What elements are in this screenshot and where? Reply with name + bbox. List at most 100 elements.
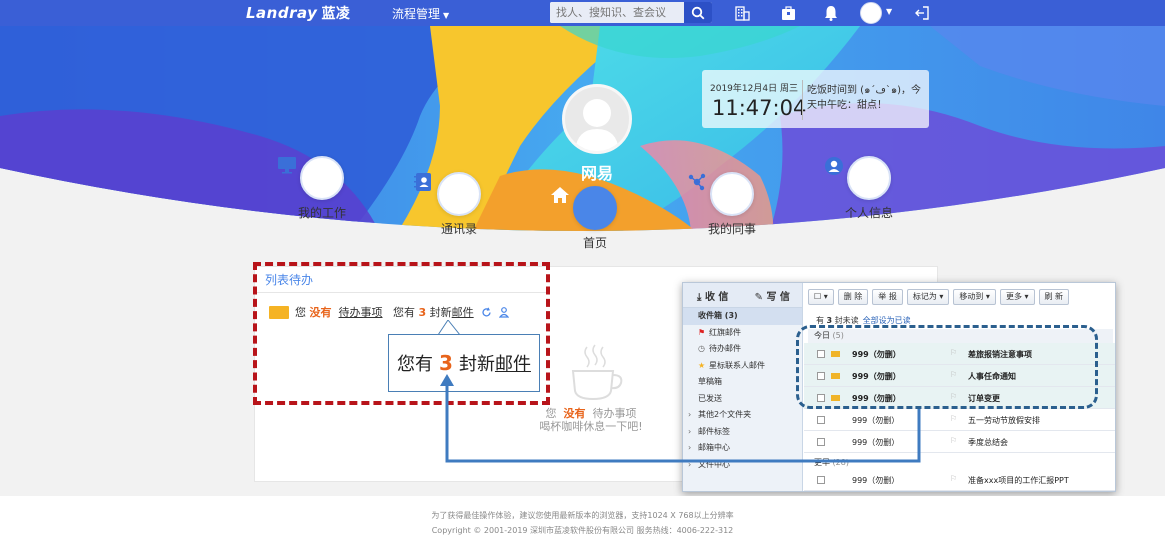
empty-you: 您 xyxy=(545,407,557,420)
nav-label: 个人信息 xyxy=(844,206,893,220)
nav-colleagues[interactable]: 我的同事 xyxy=(687,172,777,237)
user-avatar-small[interactable] xyxy=(860,2,882,24)
mail-folder-item[interactable]: 已发送 xyxy=(683,391,802,408)
mail-side-actions: ⤓ 收 信 ✎ 写 信 xyxy=(683,283,802,308)
clock-time: 11:47:04 xyxy=(712,96,807,120)
mail-folder-label: 星标联系人邮件 xyxy=(709,360,765,370)
nav-my-work[interactable]: 我的工作 xyxy=(277,156,367,221)
mail-folder-item[interactable]: 草稿箱 xyxy=(683,374,802,391)
mail-folder-label: 红旗邮件 xyxy=(709,327,741,337)
footer-copyright: Copyright © 2001-2019 深圳市蓝凌软件股份有限公司 服务热线… xyxy=(431,526,734,535)
profile-name: 网易 xyxy=(580,164,613,183)
nav-personal-info[interactable]: 个人信息 xyxy=(824,156,914,221)
receive-mail-button[interactable]: ⤓ 收 信 xyxy=(683,288,743,303)
mail-folder-item[interactable]: ⚑ 红旗邮件 xyxy=(683,325,802,342)
more-label: 更多 xyxy=(1005,292,1022,301)
unread-suffix: 封未读 xyxy=(834,316,859,325)
mail-sidebar: ⤓ 收 信 ✎ 写 信 收件箱 (3) ⚑ 红旗邮件 ◷ 待办邮件 ★ 星标联系人邮件 草稿箱… xyxy=(683,283,803,491)
process-menu-label: 流程管理 xyxy=(392,7,441,21)
chevron-right-icon: › xyxy=(688,426,692,436)
mail-subject: 季度总结会 xyxy=(968,438,1008,447)
mail-toolbar: ☐ ▾ 删 除 举 报 标记为 ▾ 移动到 ▾ 更多 ▾ 刷 新 xyxy=(808,289,1070,305)
receive-label: 收 信 xyxy=(704,291,729,303)
mail-row[interactable]: 999（勿删） ⚐ 季度总结会 xyxy=(804,431,1115,453)
chevron-right-icon: › xyxy=(688,459,692,469)
logo-text: Landray xyxy=(246,4,318,22)
mail-folder-label: 已发送 xyxy=(698,393,722,403)
compose-mail-button[interactable]: ✎ 写 信 xyxy=(743,288,803,303)
move-to-button[interactable]: 移动到 ▾ xyxy=(953,289,996,305)
nav-contacts[interactable]: 通讯录 xyxy=(414,172,504,237)
share-icon xyxy=(688,172,754,216)
mail-folder-label: 收件箱 (3) xyxy=(698,311,738,320)
nav-label: 通讯录 xyxy=(440,222,477,236)
delete-button[interactable]: 删 除 xyxy=(837,289,869,305)
mark-all-read-link[interactable]: 全部设为已读 xyxy=(863,316,911,325)
flag-icon[interactable]: ⚐ xyxy=(950,474,957,483)
callout-new: 封新 xyxy=(458,354,495,375)
search-icon xyxy=(691,6,705,19)
bell-icon[interactable] xyxy=(822,4,840,22)
mail-folder-item[interactable]: › 其他2个文件夹 xyxy=(683,407,802,424)
building-icon[interactable] xyxy=(733,4,751,22)
star-icon: ★ xyxy=(698,360,706,370)
mail-row[interactable]: 999（勿删） ⚐ 五一劳动节放假安排 xyxy=(804,409,1115,431)
mail-folder-item[interactable]: 收件箱 (3) xyxy=(683,308,802,325)
clock-icon: ◷ xyxy=(698,344,705,353)
contacts-icon xyxy=(414,172,481,216)
row-checkbox[interactable] xyxy=(817,416,825,424)
chevron-right-icon: › xyxy=(688,410,692,419)
logo-cn: 蓝凌 xyxy=(321,6,351,22)
mail-folder-item[interactable]: › 邮件标签 xyxy=(683,424,802,441)
search-button[interactable] xyxy=(684,2,712,23)
group-earlier-label: 更早 xyxy=(814,458,830,467)
group-earlier-count: (28) xyxy=(832,458,849,467)
profile-avatar[interactable] xyxy=(562,84,632,154)
callout-bubble: 您有 3 封新 邮件 xyxy=(388,334,540,392)
callout-you-have: 您有 xyxy=(397,354,434,375)
row-checkbox[interactable] xyxy=(817,438,825,446)
report-button[interactable]: 举 报 xyxy=(872,289,903,305)
mail-folder-label: 文件中心 xyxy=(698,459,730,469)
nav-label: 我的同事 xyxy=(707,222,756,236)
mark-as-button[interactable]: 标记为 ▾ xyxy=(906,289,950,305)
search-input[interactable] xyxy=(550,2,684,23)
nav-home[interactable]: 首页 xyxy=(550,186,640,251)
inbox-download-icon: ⤓ xyxy=(697,291,702,303)
compose-label: 写 信 xyxy=(766,291,790,303)
mail-sender: 999（勿删） xyxy=(852,416,900,425)
mail-folder-label: 邮件标签 xyxy=(698,426,730,436)
empty-message: 您 没有 待办事项 喝杯咖啡休息一下吧! xyxy=(531,407,651,433)
clock-divider xyxy=(802,80,803,120)
mail-folder-list: 收件箱 (3) ⚑ 红旗邮件 ◷ 待办邮件 ★ 星标联系人邮件 草稿箱 已发送 › 其他2个文件夹 ›… xyxy=(683,308,802,473)
compose-icon: ✎ xyxy=(754,291,763,303)
avatar-chevron-down-icon[interactable]: ▼ xyxy=(886,7,892,16)
select-all-checkbox[interactable]: ☐ ▾ xyxy=(808,289,834,305)
mail-folder-item[interactable]: › 文件中心 xyxy=(683,457,802,474)
mark-as-label: 标记为 xyxy=(912,292,937,301)
unread-prefix: 有 xyxy=(816,316,824,325)
nav-label: 我的工作 xyxy=(297,206,346,220)
flag-icon[interactable]: ⚐ xyxy=(950,414,957,423)
briefcase-icon[interactable] xyxy=(779,4,797,22)
process-menu[interactable]: 流程管理 ▼ xyxy=(392,5,449,22)
chevron-right-icon: › xyxy=(688,443,692,452)
mail-folder-item[interactable]: › 邮箱中心 xyxy=(683,440,802,457)
more-button[interactable]: 更多 ▾ xyxy=(999,289,1035,305)
chevron-down-icon: ▼ xyxy=(443,11,450,20)
mail-folder-item[interactable]: ◷ 待办邮件 xyxy=(683,341,802,358)
callout-count: 3 xyxy=(439,351,453,375)
mail-folder-label: 邮箱中心 xyxy=(698,443,730,452)
hero-banner: 网易 2019年12月4日 周三 11:47:04 吃饭时间到 (๑´ڡ`๑)，… xyxy=(0,26,1165,258)
clock-card: 2019年12月4日 周三 11:47:04 吃饭时间到 (๑´ڡ`๑)，今天中… xyxy=(702,70,929,128)
flag-icon[interactable]: ⚐ xyxy=(950,436,957,445)
mail-folder-label: 其他2个文件夹 xyxy=(698,410,752,419)
home-icon xyxy=(551,186,617,230)
logout-icon[interactable] xyxy=(913,4,931,22)
refresh-button[interactable]: 刷 新 xyxy=(1038,289,1070,305)
mail-folder-item[interactable]: ★ 星标联系人邮件 xyxy=(683,358,802,375)
mail-row[interactable]: 999（勿删） ⚐ 准备xxx项目的工作汇报PPT xyxy=(804,469,1115,491)
brand-logo[interactable]: Landray 蓝凌 xyxy=(246,3,350,23)
row-checkbox[interactable] xyxy=(817,476,825,484)
clock-weekday: 周三 xyxy=(780,84,799,94)
